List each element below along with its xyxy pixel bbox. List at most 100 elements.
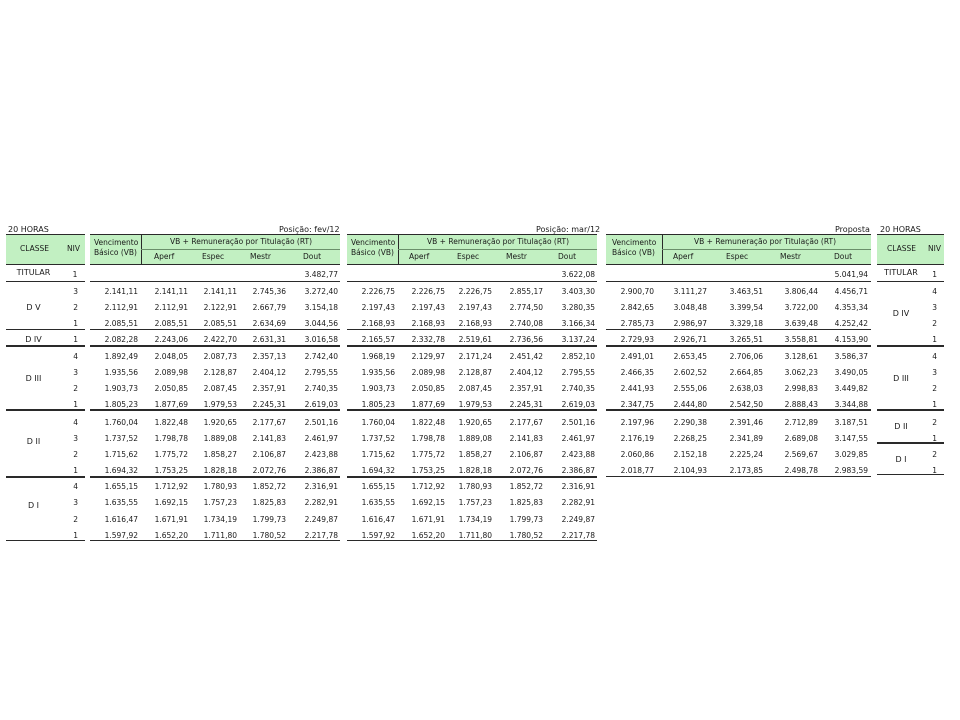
table-cell: 2.282,91 [561, 498, 595, 507]
table-cell: 2.197,96 [620, 418, 654, 427]
table-cell: 2.290,38 [673, 418, 707, 427]
rule [347, 540, 597, 541]
niv-value: 1 [73, 319, 78, 328]
table-cell: 2.197,43 [458, 303, 492, 312]
table-cell: 2.217,78 [304, 531, 338, 540]
table-cell: 2.050,85 [154, 384, 188, 393]
table-cell: 2.926,71 [673, 335, 707, 344]
table-cell: 2.357,13 [252, 352, 286, 361]
table-cell: 2.245,31 [252, 400, 286, 409]
table-cell: 2.268,25 [673, 434, 707, 443]
table-cell: 1.635,55 [361, 498, 395, 507]
table-cell: 1.780,93 [203, 482, 237, 491]
table-cell: 1.877,69 [411, 400, 445, 409]
table-cell: 2.060,86 [620, 450, 654, 459]
classe-header: CLASSE [887, 244, 916, 253]
table-cell: 1.799,73 [252, 515, 286, 524]
table-cell: 1.711,80 [203, 531, 237, 540]
niv-value: 3 [73, 434, 78, 443]
table-cell: 2.422,70 [203, 335, 237, 344]
table-cell: 1.652,20 [154, 531, 188, 540]
table-cell: 1.712,92 [411, 482, 445, 491]
table-cell: 2.104,93 [673, 466, 707, 475]
table-cell: 2.171,24 [458, 352, 492, 361]
table-cell: 3.147,55 [834, 434, 868, 443]
rule [90, 329, 340, 330]
rule [6, 329, 85, 330]
table-cell: 1.822,48 [411, 418, 445, 427]
table-cell: 2.501,16 [304, 418, 338, 427]
rule [606, 409, 871, 411]
table-cell: 2.106,87 [252, 450, 286, 459]
table-cell: 2.282,91 [304, 498, 338, 507]
right-title: 20 HORAS [880, 225, 921, 234]
table-cell: 3.044,56 [304, 319, 338, 328]
table-cell: 1.753,25 [411, 466, 445, 475]
niv-value: 1 [932, 335, 937, 344]
table-cell: 1.760,04 [104, 418, 138, 427]
table-cell: 1.780,52 [509, 531, 543, 540]
classe-label: D IV [25, 335, 42, 344]
table-cell: 2.842,65 [620, 303, 654, 312]
table-cell: 2.740,35 [561, 384, 595, 393]
table-cell: 2.152,18 [673, 450, 707, 459]
table-cell: 2.729,93 [620, 335, 654, 344]
table-cell: 3.639,48 [784, 319, 818, 328]
table-cell: 3.449,82 [834, 384, 868, 393]
table-cell: 3.062,23 [784, 368, 818, 377]
niv-value: 4 [932, 352, 937, 361]
table-cell: 2.129,97 [411, 352, 445, 361]
table-cell: 2.141,83 [509, 434, 543, 443]
table-cell: 2.653,45 [673, 352, 707, 361]
table-cell: 2.986,97 [673, 319, 707, 328]
rule [90, 409, 340, 411]
table-cell: 2.888,43 [784, 400, 818, 409]
table-cell: 3.490,05 [834, 368, 868, 377]
table-cell: 3.622,08 [561, 270, 595, 279]
table-cell: 1.734,19 [458, 515, 492, 524]
rule [877, 281, 944, 282]
table-cell: 2.555,06 [673, 384, 707, 393]
niv-value: 2 [932, 450, 937, 459]
table-cell: 1.597,92 [104, 531, 138, 540]
table-cell: 3.280,35 [561, 303, 595, 312]
table-cell: 2.085,51 [203, 319, 237, 328]
rule [606, 476, 871, 477]
rule [6, 476, 85, 478]
table-cell: 1.920,65 [203, 418, 237, 427]
table-cell: 1.655,15 [361, 482, 395, 491]
rule [6, 281, 85, 282]
mar-table: 3.622,08 2.226,75 2.226,75 2.226,75 2.855,17… [347, 0, 597, 720]
rule [606, 329, 871, 330]
table-cell: 2.631,31 [252, 335, 286, 344]
table-cell: 2.087,73 [203, 352, 237, 361]
table-cell: 1.780,93 [458, 482, 492, 491]
niv-value: 2 [73, 303, 78, 312]
table-cell: 2.855,17 [509, 287, 543, 296]
table-cell: 4.456,71 [834, 287, 868, 296]
table-cell: 3.344,88 [834, 400, 868, 409]
classe-label: D V [26, 303, 41, 312]
classe-label: D III [893, 374, 909, 383]
table-cell: 2.050,85 [411, 384, 445, 393]
niv-value: 3 [73, 368, 78, 377]
table-cell: 2.122,91 [203, 303, 237, 312]
table-cell: 1.655,15 [104, 482, 138, 491]
table-cell: 1.616,47 [361, 515, 395, 524]
table-cell: 1.822,48 [154, 418, 188, 427]
table-cell: 2.461,97 [304, 434, 338, 443]
table-cell: 2.225,24 [729, 450, 763, 459]
table-cell: 1.920,65 [458, 418, 492, 427]
left-header-block: CLASSE NIV [6, 235, 85, 264]
table-cell: 2.128,87 [458, 368, 492, 377]
table-cell: 2.441,93 [620, 384, 654, 393]
rule [606, 345, 871, 347]
table-cell: 3.029,85 [834, 450, 868, 459]
classe-label: D I [27, 501, 40, 510]
table-cell: 2.569,67 [784, 450, 818, 459]
table-cell: 1.935,56 [104, 368, 138, 377]
table-cell: 2.619,03 [561, 400, 595, 409]
table-cell: 3.722,00 [784, 303, 818, 312]
rule [6, 264, 85, 265]
niv-value: 1 [932, 400, 937, 409]
